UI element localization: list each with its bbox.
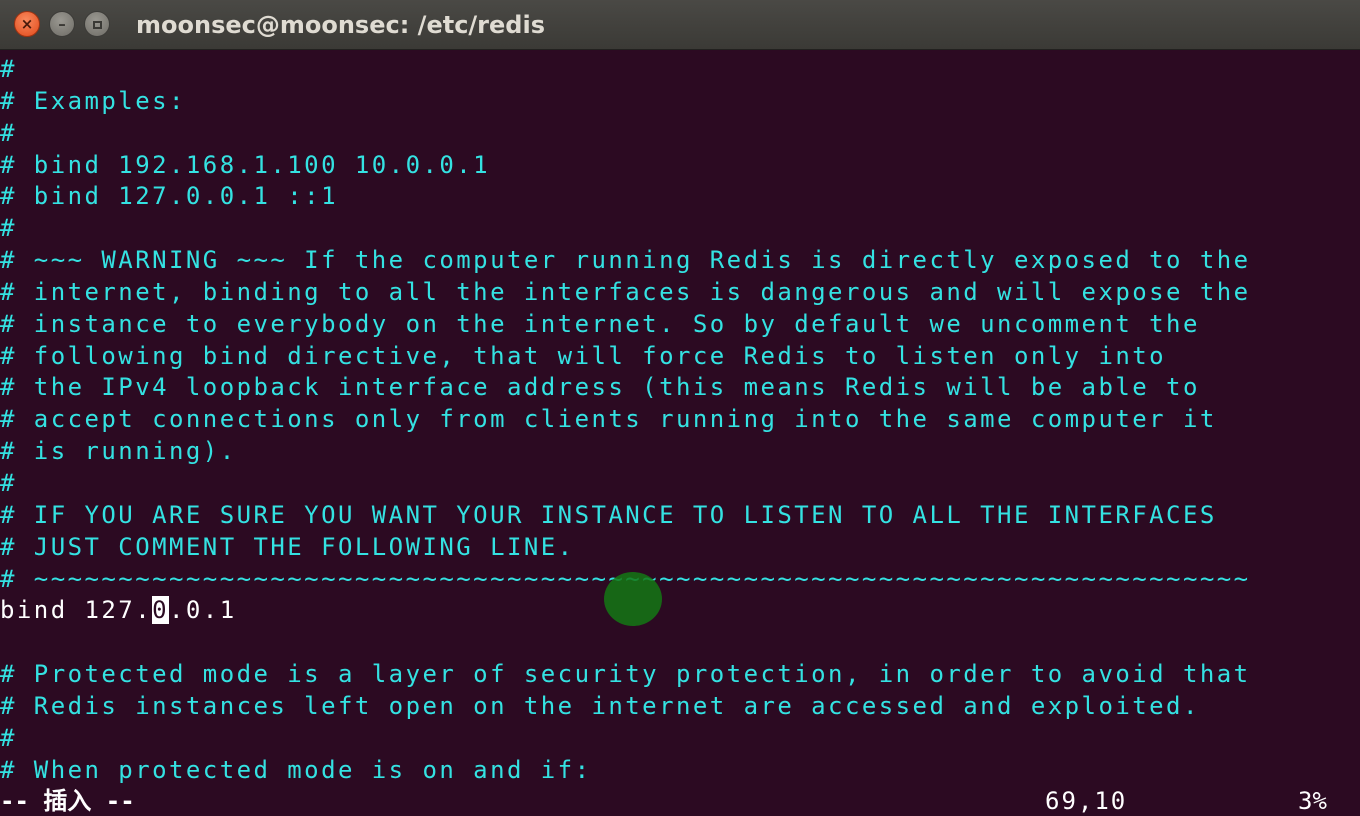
maximize-window-button[interactable] (84, 11, 110, 37)
scroll-percentage: 3% (1298, 787, 1327, 815)
cursor-position: 69,10 (1045, 787, 1128, 815)
editor-line: # ~~~ WARNING ~~~ If the computer runnin… (0, 246, 1251, 275)
insert-mode-indicator: -- 插入 -- (0, 787, 135, 815)
editor-line: # Redis instances left open on the inter… (0, 691, 1200, 720)
editor-line: # the IPv4 loopback interface address (t… (0, 373, 1200, 402)
mouse-click-indicator (604, 572, 662, 626)
code-text-before-cursor: bind 127. (0, 596, 153, 625)
editor-line: # When protected mode is on and if: (0, 755, 592, 784)
editor-line: # (0, 118, 17, 147)
close-window-button[interactable]: × (14, 11, 40, 37)
editor-line: # Protected mode is a layer of security … (0, 660, 1251, 689)
editor-line: # bind 127.0.0.1 ::1 (0, 182, 338, 211)
editor-line: # instance to everybody on the internet.… (0, 309, 1200, 338)
editor-line: # internet, binding to all the interface… (0, 277, 1251, 306)
window-title: moonsec@moonsec: /etc/redis (136, 11, 545, 39)
editor-line: # (0, 55, 17, 83)
editor-line: # bind 192.168.1.100 10.0.0.1 (0, 150, 491, 179)
editor-line: # (0, 468, 17, 497)
text-cursor: 0 (152, 596, 169, 625)
code-text-after-cursor: .0.1 (169, 596, 237, 625)
editor-line: # following bind directive, that will fo… (0, 341, 1167, 370)
minimize-window-button[interactable]: – (49, 11, 75, 37)
editor-line: # IF YOU ARE SURE YOU WANT YOUR INSTANCE… (0, 500, 1217, 529)
editor-line: # accept connections only from clients r… (0, 405, 1217, 434)
terminal-text-area[interactable]: # # Examples: # # bind 192.168.1.100 10.… (0, 54, 1360, 786)
minimize-icon: – (58, 15, 66, 33)
editor-line: # ~~~~~~~~~~~~~~~~~~~~~~~~~~~~~~~~~~~~~~… (0, 564, 1248, 593)
bind-directive-line: bind 127.0.0.1 (0, 595, 1360, 627)
editor-line: # JUST COMMENT THE FOLLOWING LINE. (0, 532, 575, 561)
editor-line: # (0, 214, 17, 243)
close-icon: × (20, 15, 34, 33)
editor-line: # Examples: (0, 86, 186, 115)
vim-status-line: -- 插入 -- 69,10 3% (0, 786, 1360, 816)
title-bar[interactable]: × – moonsec@moonsec: /etc/redis (0, 0, 1360, 50)
terminal-window: × – moonsec@moonsec: /etc/redis # # Exam… (0, 0, 1360, 816)
editor-line: # (0, 723, 17, 752)
editor-line: # is running). (0, 437, 237, 466)
maximize-icon (92, 21, 102, 29)
